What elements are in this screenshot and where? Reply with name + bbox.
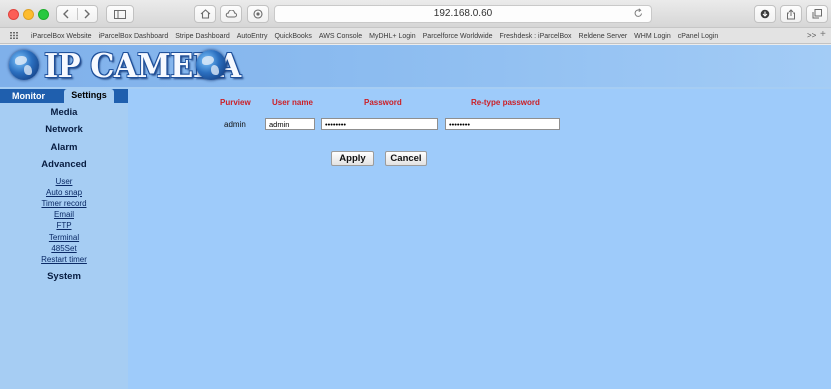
bookmark-item[interactable]: WHM Login: [634, 33, 671, 40]
shield-icon: [253, 9, 263, 19]
share-button[interactable]: [780, 5, 802, 23]
address-text: 192.168.0.60: [433, 8, 493, 19]
menu-advanced[interactable]: Advanced: [0, 159, 128, 170]
downloads-button[interactable]: [754, 5, 776, 23]
address-bar[interactable]: 192.168.0.60: [274, 5, 652, 23]
user-name-input[interactable]: [265, 118, 315, 130]
minimize-window-button[interactable]: [23, 9, 34, 20]
chevron-left-icon: [63, 9, 69, 19]
history-nav-group: [56, 5, 98, 23]
submenu-auto-snap[interactable]: Auto snap: [0, 188, 128, 197]
back-button[interactable]: [62, 9, 70, 19]
submenu-restart-timer[interactable]: Restart timer: [0, 255, 128, 264]
icloud-tabs-button[interactable]: [220, 5, 242, 23]
menu-network[interactable]: Network: [0, 124, 128, 135]
header-banner: IP CAMERA: [0, 45, 831, 87]
bookmark-item[interactable]: Freshdesk : iParcelBox: [500, 33, 572, 40]
camera-web-page: IP CAMERA Monitor Settings Media Network…: [0, 45, 831, 389]
grid-icon[interactable]: [10, 32, 18, 39]
retype-password-header: Re-type password: [471, 98, 540, 107]
submenu-timer-record[interactable]: Timer record: [0, 199, 128, 208]
purview-header: Purview: [220, 98, 251, 107]
submenu-user[interactable]: User: [0, 177, 128, 186]
cancel-button[interactable]: Cancel: [385, 151, 427, 166]
share-icon: [787, 8, 795, 19]
bookmark-item[interactable]: iParcelBox Website: [31, 33, 92, 40]
globe-icon: [9, 50, 39, 80]
apply-button[interactable]: Apply: [331, 151, 374, 166]
home-icon: [200, 9, 210, 19]
settings-sidebar: Monitor Settings Media Network Alarm Adv…: [0, 89, 128, 389]
bookmark-item[interactable]: AWS Console: [319, 33, 362, 40]
bookmark-item[interactable]: QuickBooks: [274, 33, 311, 40]
submenu-email[interactable]: Email: [0, 210, 128, 219]
extension-button[interactable]: [247, 5, 269, 23]
bookmark-item[interactable]: iParcelBox Dashboard: [99, 33, 169, 40]
close-window-button[interactable]: [8, 9, 19, 20]
download-icon: [760, 9, 770, 19]
chevron-right-icon: [84, 9, 90, 19]
reload-icon[interactable]: [634, 8, 643, 24]
password-header: Password: [364, 98, 402, 107]
menu-alarm[interactable]: Alarm: [0, 142, 128, 153]
retype-password-input[interactable]: [445, 118, 560, 130]
bookmarks-bar: iParcelBox Website iParcelBox Dashboard …: [0, 28, 831, 44]
tabs-icon: [812, 9, 822, 19]
submenu-terminal[interactable]: Terminal: [0, 233, 128, 242]
cloud-icon: [225, 10, 237, 18]
zoom-window-button[interactable]: [38, 9, 49, 20]
bookmark-item[interactable]: MyDHL+ Login: [369, 33, 416, 40]
new-tab-button[interactable]: +: [820, 29, 826, 40]
sidebar-toggle-button[interactable]: [106, 5, 134, 23]
tab-overview-button[interactable]: [806, 5, 828, 23]
tab-monitor[interactable]: Monitor: [12, 90, 45, 102]
bookmark-item[interactable]: Reldene Server: [579, 33, 628, 40]
password-input[interactable]: [321, 118, 438, 130]
menu-media[interactable]: Media: [0, 107, 128, 118]
purview-value: admin: [224, 120, 246, 129]
user-settings-panel: Purview User name Password Re-type passw…: [128, 89, 831, 389]
mode-tabs: Monitor Settings: [0, 89, 128, 103]
bookmark-item[interactable]: cPanel Login: [678, 33, 718, 40]
user-name-header: User name: [272, 98, 313, 107]
tab-settings[interactable]: Settings: [64, 89, 114, 103]
bookmarks-overflow-button[interactable]: >>: [807, 31, 816, 40]
sidebar-icon: [114, 9, 126, 19]
submenu-ftp[interactable]: FTP: [0, 221, 128, 230]
globe-icon: [196, 50, 226, 80]
nav-divider: [77, 8, 78, 20]
menu-system[interactable]: System: [0, 271, 128, 282]
browser-toolbar: 192.168.0.60: [0, 0, 831, 28]
home-button[interactable]: [194, 5, 216, 23]
bookmark-item[interactable]: Parcelforce Worldwide: [423, 33, 493, 40]
bookmark-list: iParcelBox Website iParcelBox Dashboard …: [31, 28, 725, 44]
submenu-485set[interactable]: 485Set: [0, 244, 128, 253]
bookmark-item[interactable]: Stripe Dashboard: [175, 33, 229, 40]
forward-button[interactable]: [83, 9, 91, 19]
bookmark-item[interactable]: AutoEntry: [237, 33, 268, 40]
